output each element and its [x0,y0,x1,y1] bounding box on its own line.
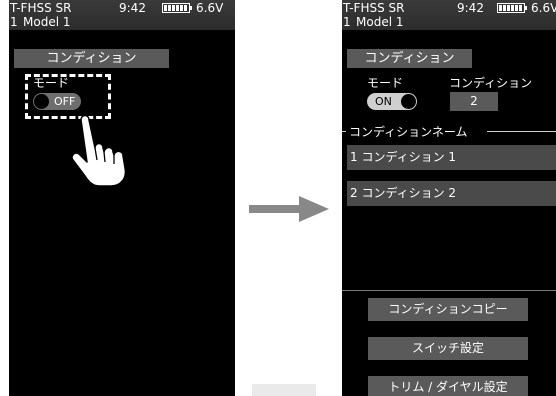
condition-copy-button[interactable]: コンディションコピー [368,298,528,321]
arrow-right-icon [249,196,329,222]
battery-icon [162,3,192,13]
model-name: Model 1 [23,15,71,29]
section-line [342,131,346,132]
model-code: T-FHSS SR [10,1,72,15]
divider [252,384,316,396]
voltage: 6.6V [531,1,556,15]
toggle-state: ON [375,95,392,108]
status-bar: T-FHSS SR 9:42 6.6V 1 Model 1 [342,0,556,30]
model-number: 1 [10,15,18,29]
right-screen: T-FHSS SR 9:42 6.6V 1 Model 1 コンディション モー… [342,0,556,396]
page-title: コンディション [347,49,472,68]
status-bar: T-FHSS SR 9:42 6.6V 1 Model 1 [9,0,235,30]
mode-label: モード [367,76,404,90]
condition-label: コンディション [449,76,533,90]
condition-item-2[interactable]: 2 コンディション 2 [347,181,556,206]
clock: 9:42 [119,1,146,15]
clock: 9:42 [457,1,484,15]
left-screen: T-FHSS SR 9:42 6.6V 1 Model 1 コンディション モー… [9,0,235,396]
model-name: Model 1 [356,15,404,29]
trim-dial-settings-button[interactable]: トリム / ダイヤル設定 [368,376,528,396]
pointing-hand-icon [71,114,127,187]
toggle-knob [401,94,416,109]
battery-icon [497,3,527,13]
divider [342,290,556,291]
section-line [487,131,556,132]
voltage: 6.6V [196,1,224,15]
model-number: 1 [343,15,351,29]
section-label: コンディションネーム [349,125,468,139]
condition-item-1[interactable]: 1 コンディション 1 [347,145,556,170]
mode-toggle[interactable]: ON [367,93,417,110]
switch-settings-button[interactable]: スイッチ設定 [368,337,528,360]
model-code: T-FHSS SR [343,1,405,15]
condition-select[interactable]: 2 [450,92,498,111]
page-title: コンディション [14,49,169,68]
